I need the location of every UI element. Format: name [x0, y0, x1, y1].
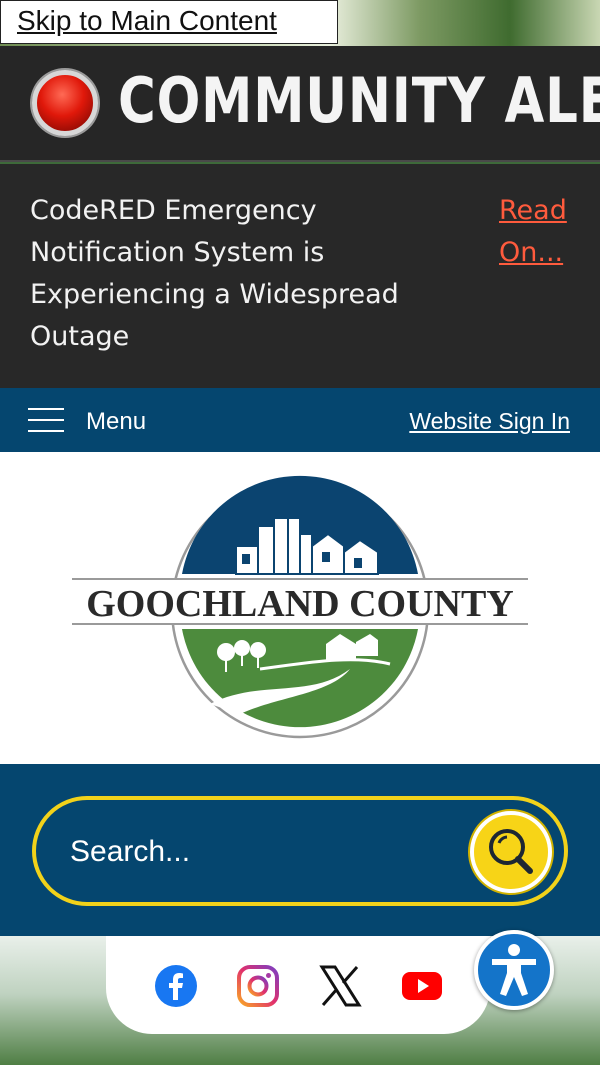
- search-input[interactable]: [70, 830, 450, 874]
- facebook-icon[interactable]: [154, 964, 198, 1008]
- x-icon[interactable]: [318, 964, 362, 1008]
- hamburger-menu-icon[interactable]: [28, 408, 64, 434]
- search-button[interactable]: [470, 811, 552, 893]
- search-box: [32, 796, 568, 906]
- menu-button[interactable]: Menu: [86, 408, 146, 436]
- website-sign-in-link[interactable]: Website Sign In: [409, 408, 570, 435]
- community-alert-header: COMMUNITY ALERT: [0, 46, 600, 162]
- read-on-link[interactable]: Read On...: [499, 190, 589, 274]
- accessibility-icon: [492, 944, 536, 996]
- accessibility-button[interactable]: [474, 930, 554, 1010]
- skip-to-main-content-link[interactable]: Skip to Main Content: [0, 0, 338, 44]
- instagram-icon[interactable]: [236, 964, 280, 1008]
- goochland-county-logo[interactable]: GOOCHLAND COUNTY: [60, 474, 540, 744]
- alert-message[interactable]: CodeRED Emergency Notification System is…: [30, 190, 460, 358]
- logo-text: GOOCHLAND COUNTY: [86, 583, 514, 625]
- alert-message-panel: CodeRED Emergency Notification System is…: [0, 164, 600, 388]
- search-band: [0, 764, 600, 936]
- nav-bar: Menu Website Sign In: [0, 388, 600, 452]
- search-icon: [489, 829, 533, 874]
- alert-beacon-icon: [32, 70, 98, 136]
- social-media-bar: [106, 936, 490, 1034]
- logo-area: GOOCHLAND COUNTY: [0, 452, 600, 764]
- alert-title: COMMUNITY ALERT: [118, 64, 600, 137]
- youtube-icon[interactable]: [400, 964, 444, 1008]
